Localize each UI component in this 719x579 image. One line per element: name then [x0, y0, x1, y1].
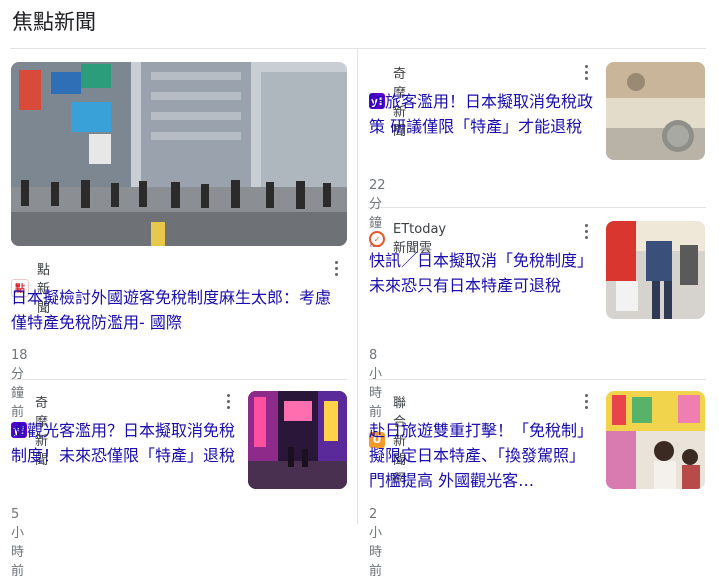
article-headline[interactable]: 日本擬檢討外國遊客免稅制度麻生太郎：考慮僅特產免稅防濫用- 國際 [11, 285, 343, 335]
more-options-icon[interactable] [579, 392, 593, 410]
drugstore-shoppers-photo[interactable] [606, 391, 705, 489]
article-time: 2 小時前 [369, 507, 383, 579]
tax-free-shop-photo[interactable] [606, 221, 705, 319]
ettoday-logo-icon: ✓ [369, 231, 385, 247]
row-divider-left [10, 379, 347, 380]
article-headline[interactable]: 赴日旅遊雙重打擊！「免稅制」擬限定日本特產、「換發駕照」門檻提高 外國觀光客… [369, 418, 597, 493]
article-headline[interactable]: 快訊／日本擬取消「免稅制度」 未來恐只有日本特產可退稅 [369, 248, 597, 298]
article-headline[interactable]: 遭觀光客濫用？日本擬取消免稅制度！未來恐僅限「特產」退稅 [11, 418, 239, 468]
article-time: 5 小時前 [11, 507, 25, 579]
night-street-photo[interactable] [248, 391, 347, 489]
row-divider-right-1 [368, 207, 706, 208]
section-title: 焦點新聞 [12, 10, 96, 34]
more-options-icon[interactable] [329, 259, 343, 277]
shibuya-crossing-photo[interactable] [11, 62, 347, 246]
more-options-icon[interactable] [579, 222, 593, 240]
header-divider [10, 48, 706, 49]
yen-banknotes-photo[interactable] [606, 62, 705, 160]
more-options-icon[interactable] [579, 63, 593, 81]
article-headline[interactable]: 防旅客濫用！日本擬取消免稅政策 研議僅限「特產」才能退稅 [369, 89, 597, 139]
more-options-icon[interactable] [221, 392, 235, 410]
row-divider-right-2 [368, 379, 706, 380]
column-divider [357, 48, 358, 524]
